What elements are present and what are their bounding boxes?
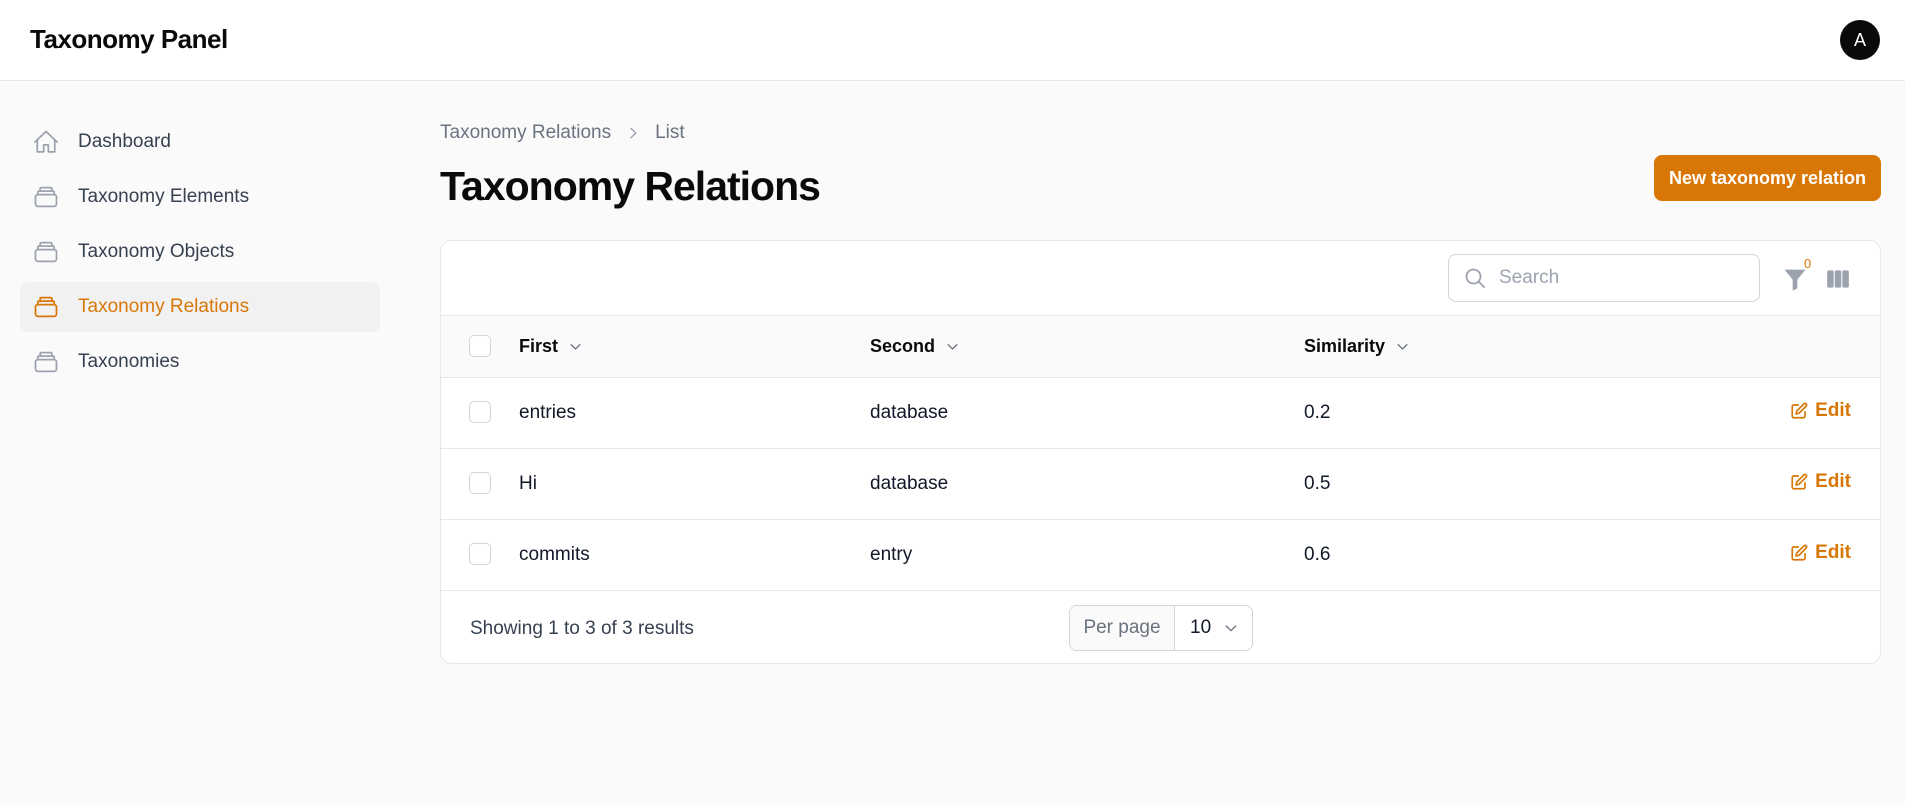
cell-first: commits bbox=[519, 543, 590, 565]
cell-similarity: 0.6 bbox=[1304, 543, 1331, 565]
stack-icon bbox=[34, 351, 58, 373]
column-header-first[interactable]: First bbox=[519, 316, 870, 377]
chevron-down-icon bbox=[570, 343, 581, 350]
filter-count-badge: 0 bbox=[1804, 256, 1812, 271]
sidebar-item-taxonomy-objects[interactable]: Taxonomy Objects bbox=[20, 227, 380, 277]
search-box[interactable] bbox=[1448, 254, 1760, 302]
select-all-checkbox[interactable] bbox=[469, 335, 491, 358]
results-summary: Showing 1 to 3 of 3 results bbox=[470, 617, 694, 639]
row-checkbox[interactable] bbox=[469, 401, 491, 424]
search-input[interactable] bbox=[1499, 267, 1729, 289]
sidebar-item-label: Taxonomy Elements bbox=[78, 186, 250, 207]
table-footer: Showing 1 to 3 of 3 results Per page 10 bbox=[441, 591, 1880, 664]
table-toolbar: 0 bbox=[441, 241, 1880, 316]
edit-icon bbox=[1791, 473, 1808, 490]
columns-icon[interactable] bbox=[1825, 266, 1851, 292]
sidebar-item-dashboard[interactable]: Dashboard bbox=[20, 117, 380, 167]
column-header-second[interactable]: Second bbox=[870, 316, 1304, 377]
table-header-row: First Second Similarity bbox=[441, 316, 1880, 377]
edit-button[interactable]: Edit bbox=[1790, 542, 1851, 564]
column-header-similarity[interactable]: Similarity bbox=[1304, 316, 1754, 377]
sidebar-item-label: Dashboard bbox=[78, 131, 171, 152]
chevron-down-icon bbox=[947, 343, 958, 350]
cell-first: entries bbox=[519, 401, 577, 423]
table-row: Hi database 0.5 Edit bbox=[441, 448, 1880, 519]
sidebar-item-taxonomy-elements[interactable]: Taxonomy Elements bbox=[20, 172, 380, 222]
chevron-down-icon bbox=[1397, 343, 1408, 350]
breadcrumb-parent[interactable]: Taxonomy Relations bbox=[440, 122, 611, 144]
home-icon bbox=[34, 130, 58, 153]
cell-similarity: 0.5 bbox=[1304, 472, 1331, 494]
stack-icon bbox=[34, 241, 58, 263]
chevron-down-icon bbox=[1225, 624, 1237, 631]
edit-button[interactable]: Edit bbox=[1790, 471, 1851, 493]
row-checkbox[interactable] bbox=[469, 472, 491, 495]
app-title[interactable]: Taxonomy Panel bbox=[30, 24, 228, 55]
sidebar-item-label: Taxonomy Relations bbox=[78, 296, 250, 317]
table-row: commits entry 0.6 Edit bbox=[441, 519, 1880, 590]
new-taxonomy-relation-button[interactable]: New taxonomy relation bbox=[1653, 155, 1881, 201]
chevron-right-icon bbox=[625, 125, 641, 141]
top-bar: Taxonomy Panel A bbox=[0, 0, 1905, 81]
relations-table: First Second Similarity entries database… bbox=[441, 316, 1880, 591]
cell-second: entry bbox=[870, 543, 913, 565]
cell-second: database bbox=[870, 472, 949, 494]
stack-icon bbox=[34, 186, 58, 208]
search-icon bbox=[1465, 268, 1485, 288]
table-row: entries database 0.2 Edit bbox=[441, 377, 1880, 448]
sidebar-item-label: Taxonomies bbox=[78, 351, 180, 372]
edit-icon bbox=[1791, 402, 1808, 419]
edit-button[interactable]: Edit bbox=[1790, 400, 1851, 422]
row-checkbox[interactable] bbox=[469, 543, 491, 566]
edit-icon bbox=[1791, 544, 1808, 561]
sidebar-item-label: Taxonomy Objects bbox=[78, 241, 235, 262]
stack-icon bbox=[34, 296, 58, 318]
per-page-select[interactable]: Per page 10 bbox=[1069, 604, 1253, 651]
cell-similarity: 0.2 bbox=[1304, 401, 1331, 423]
per-page-dropdown[interactable]: 10 bbox=[1175, 606, 1252, 650]
relations-table-card: 0 First Second Similarity entries databa… bbox=[440, 240, 1881, 664]
breadcrumb-current: List bbox=[655, 122, 685, 143]
cell-second: database bbox=[870, 401, 949, 423]
sidebar-item-taxonomies[interactable]: Taxonomies bbox=[20, 337, 380, 387]
sidebar-item-taxonomy-relations[interactable]: Taxonomy Relations bbox=[20, 282, 380, 332]
per-page-label: Per page bbox=[1070, 605, 1175, 650]
main-content: Taxonomy Relations List Taxonomy Relatio… bbox=[440, 117, 1881, 664]
cell-first: Hi bbox=[519, 472, 537, 494]
user-avatar[interactable]: A bbox=[1840, 20, 1880, 60]
per-page-value: 10 bbox=[1190, 616, 1212, 638]
breadcrumb: Taxonomy Relations List bbox=[440, 117, 1881, 149]
sidebar: Dashboard Taxonomy Elements Taxonomy Obj… bbox=[20, 117, 380, 392]
